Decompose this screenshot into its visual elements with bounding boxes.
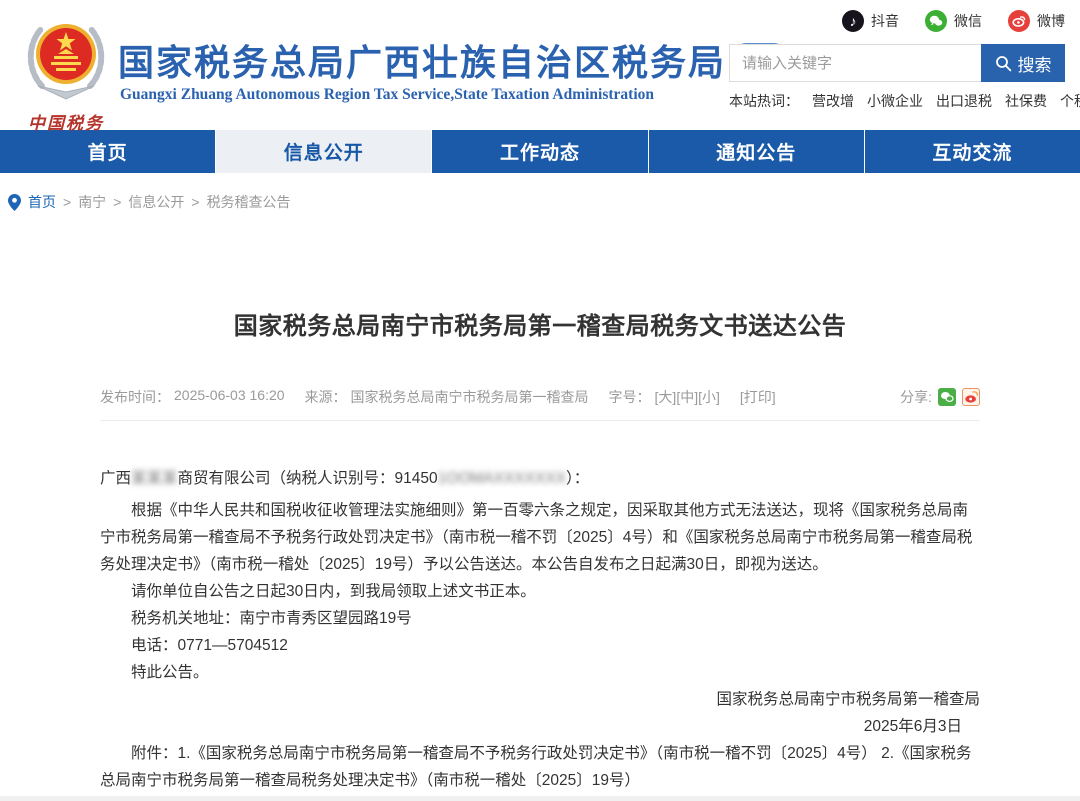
article: 国家税务总局南宁市税务局第一稽查局税务文书送达公告 发布时间： 2025-06-… [100,306,980,794]
salutation-line: 广西某某某商贸有限公司（纳税人识别号：914501OOMAXXXXXXX）： [100,465,980,492]
body-paragraph-main: 根据《中华人民共和国税收征收管理法实施细则》第一百零六条之规定，因采取其他方式无… [100,497,980,578]
redacted-taxpayer-id: 1OOMAXXXXXXX [438,470,566,487]
breadcrumb-nanning[interactable]: 南宁 [78,192,106,212]
article-meta: 发布时间： 2025-06-03 16:20 来源： 国家税务总局南宁市税务局第… [100,387,980,407]
search-button-label: 搜索 [1018,51,1052,76]
redacted-company-name: 某某某 [131,470,178,487]
hotword-link[interactable]: 个税 [1060,91,1080,111]
main-nav: 首页 信息公开 工作动态 通知公告 互动交流 [0,130,1080,173]
body-paragraph-closing: 特此公告。 [100,659,980,686]
nav-tab-info-disclosure[interactable]: 信息公开 [216,130,432,173]
breadcrumb-info-disclosure[interactable]: 信息公开 [128,192,184,212]
douyin-icon: ♪ [842,10,864,32]
hotword-link[interactable]: 营改增 [812,91,854,111]
site-search: 搜索 [729,44,1065,82]
hotwords-label: 本站热词： [729,91,799,111]
font-size-controls: 字号： [大][中][小] [609,387,720,407]
site-logo: 中国税务 [18,10,114,134]
logo-caption: 中国税务 [18,109,114,134]
breadcrumb-separator: > [113,194,121,210]
source-label: 来源： [305,387,347,407]
footer-edge [0,796,1080,801]
search-button[interactable]: 搜索 [981,44,1065,82]
share-wechat-icon[interactable] [938,388,956,406]
wechat-icon [925,10,947,32]
hotword-link[interactable]: 小微企业 [867,91,923,111]
share-box: 分享: [900,387,980,407]
douyin-label: 抖音 [871,11,899,31]
breadcrumb-home[interactable]: 首页 [28,192,56,212]
nav-tab-work-updates[interactable]: 工作动态 [432,130,648,173]
publish-time-label: 发布时间： [100,387,170,407]
attachment-line: 附件：1.《国家税务总局南宁市税务局第一稽查局不予税务行政处罚决定书》（南市税一… [100,740,980,794]
breadcrumb: 首页 > 南宁 > 信息公开 > 税务稽查公告 [8,192,1080,212]
salutation-mid: 商贸有限公司（纳税人识别号：91450 [178,470,438,487]
weibo-label: 微博 [1037,11,1065,31]
print-button[interactable]: [打印] [740,387,776,407]
site-header: 中国税务 国家税务总局广西壮族自治区税务局南宁 Guangxi Zhuang A… [0,0,1080,130]
nav-tab-home[interactable]: 首页 [0,130,216,173]
body-paragraph-address: 税务机关地址：南宁市青秀区望园路19号 [100,605,980,632]
nav-tab-notices[interactable]: 通知公告 [649,130,865,173]
douyin-link[interactable]: ♪ 抖音 [842,10,899,32]
china-tax-emblem-icon [20,10,112,102]
site-title: 国家税务总局广西壮族自治区税务局 [118,34,726,86]
social-links: ♪ 抖音 微信 微博 [729,8,1065,34]
publish-time-value: 2025-06-03 16:20 [174,387,285,407]
publish-time: 发布时间： 2025-06-03 16:20 [100,387,285,407]
weibo-icon [1008,10,1030,32]
body-paragraph-phone: 电话：0771—5704512 [100,632,980,659]
font-size-options[interactable]: [大][中][小] [655,387,720,407]
article-title: 国家税务总局南宁市税务局第一稽查局税务文书送达公告 [100,306,980,341]
meta-divider [100,420,980,421]
breadcrumb-separator: > [191,194,199,210]
site-title-block: 国家税务总局广西壮族自治区税务局南宁 [118,34,788,86]
wechat-link[interactable]: 微信 [925,10,982,32]
header-right: ♪ 抖音 微信 微博 [729,8,1065,111]
font-size-label: 字号： [609,387,651,407]
nav-tab-interaction[interactable]: 互动交流 [865,130,1080,173]
article-body: 广西某某某商贸有限公司（纳税人识别号：914501OOMAXXXXXXX）： 根… [100,465,980,794]
wechat-label: 微信 [954,11,982,31]
article-source: 来源： 国家税务总局南宁市税务局第一稽查局 [305,387,589,407]
salutation-suffix: ）： [566,470,589,487]
share-label: 分享: [900,387,932,407]
salutation-prefix: 广西 [100,470,131,487]
site-subtitle: Guangxi Zhuang Autonomous Region Tax Ser… [120,86,654,104]
signature-org: 国家税务总局南宁市税务局第一稽查局 [100,686,980,713]
hotword-link[interactable]: 社保费 [1005,91,1047,111]
search-input[interactable] [729,44,981,82]
location-pin-icon [8,194,21,211]
signature-date: 2025年6月3日 [100,713,980,740]
search-icon [995,55,1012,72]
weibo-link[interactable]: 微博 [1008,10,1065,32]
source-value: 国家税务总局南宁市税务局第一稽查局 [351,387,589,407]
hotword-link[interactable]: 出口退税 [936,91,992,111]
hotwords-bar: 本站热词： 营改增 小微企业 出口退税 社保费 个税 [729,91,1065,111]
breadcrumb-tax-inspection-notice[interactable]: 税务稽查公告 [207,192,291,212]
body-paragraph-collect: 请你单位自公告之日起30日内，到我局领取上述文书正本。 [100,578,980,605]
share-weibo-icon[interactable] [962,388,980,406]
breadcrumb-separator: > [63,194,71,210]
